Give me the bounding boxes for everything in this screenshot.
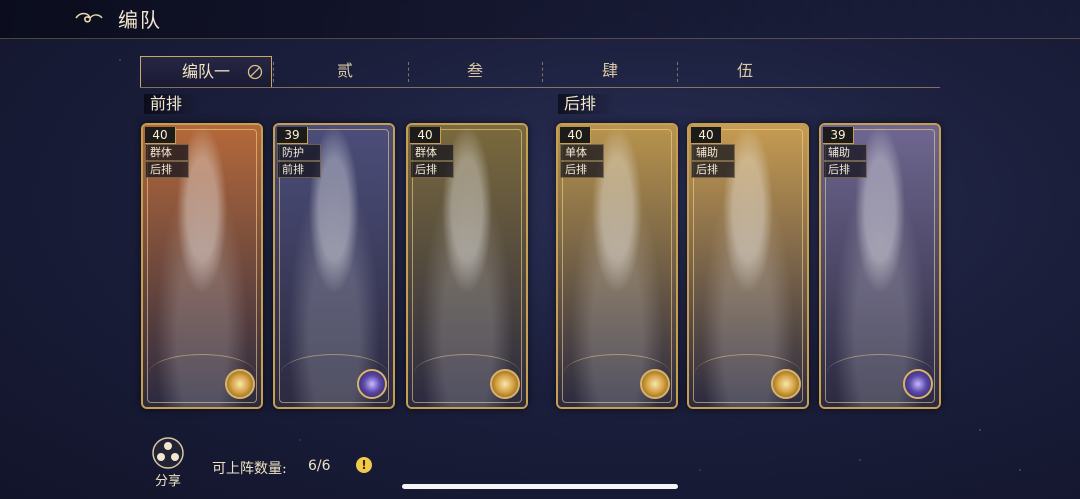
moon-element-icon <box>903 369 933 399</box>
hero-position-tag: 后排 <box>560 161 604 178</box>
home-indicator[interactable] <box>402 484 678 489</box>
hero-position-tag: 前排 <box>277 161 321 178</box>
hero-level: 40 <box>410 127 441 144</box>
share-icon <box>152 437 184 469</box>
hero-position-tag: 后排 <box>410 161 454 178</box>
hero-target-tag: 群体 <box>410 144 454 161</box>
sun-element-icon <box>225 369 255 399</box>
hero-card[interactable]: 39 防护 前排 <box>273 123 395 409</box>
tab-team-5[interactable]: 伍 <box>680 56 810 86</box>
tab-team-3[interactable]: 叁 <box>410 56 540 86</box>
tab-divider <box>677 62 679 82</box>
hero-position-tag: 后排 <box>823 161 867 178</box>
tab-underline <box>140 87 940 88</box>
sun-element-icon <box>640 369 670 399</box>
front-row-label: 前排 <box>144 94 201 114</box>
hero-target-tag: 防护 <box>277 144 321 161</box>
tab-divider <box>273 62 275 82</box>
deploy-count-label: 可上阵数量: <box>212 461 287 477</box>
hero-target-tag: 辅助 <box>691 144 735 161</box>
share-button[interactable]: 分享 <box>140 436 196 489</box>
share-label: 分享 <box>154 474 181 489</box>
hero-level: 40 <box>145 127 176 144</box>
hero-level: 40 <box>560 127 591 144</box>
swirl-cloud-icon <box>75 12 103 23</box>
hero-level: 39 <box>823 127 854 144</box>
tab-team-4[interactable]: 肆 <box>545 56 675 86</box>
hero-level: 40 <box>691 127 722 144</box>
deploy-count-value: 6/6 <box>308 458 331 474</box>
rename-icon[interactable] <box>247 64 263 80</box>
hero-position-tag: 后排 <box>145 161 189 178</box>
top-bar: 编队 <box>0 0 1080 39</box>
page-title: 编队 <box>118 8 162 32</box>
moon-element-icon <box>357 369 387 399</box>
team-tabs: 编队一 贰 叁 肆 伍 <box>140 56 940 88</box>
info-icon[interactable]: ! <box>356 457 372 473</box>
tab-divider <box>542 62 544 82</box>
tab-team-2[interactable]: 贰 <box>280 56 410 86</box>
hero-level: 39 <box>277 127 308 144</box>
hero-card[interactable]: 40 辅助 后排 <box>687 123 809 409</box>
hero-card[interactable]: 40 群体 后排 <box>406 123 528 409</box>
hero-target-tag: 单体 <box>560 144 604 161</box>
hero-position-tag: 后排 <box>691 161 735 178</box>
hero-target-tag: 辅助 <box>823 144 867 161</box>
hero-target-tag: 群体 <box>145 144 189 161</box>
tab-label: 编队一 <box>181 62 230 81</box>
back-row-label: 后排 <box>558 94 615 114</box>
hero-card[interactable]: 40 群体 后排 <box>141 123 263 409</box>
sun-element-icon <box>490 369 520 399</box>
sun-element-icon <box>771 369 801 399</box>
hero-card[interactable]: 40 单体 后排 <box>556 123 678 409</box>
hero-card[interactable]: 39 辅助 后排 <box>819 123 941 409</box>
tab-team-1[interactable]: 编队一 <box>140 56 272 87</box>
